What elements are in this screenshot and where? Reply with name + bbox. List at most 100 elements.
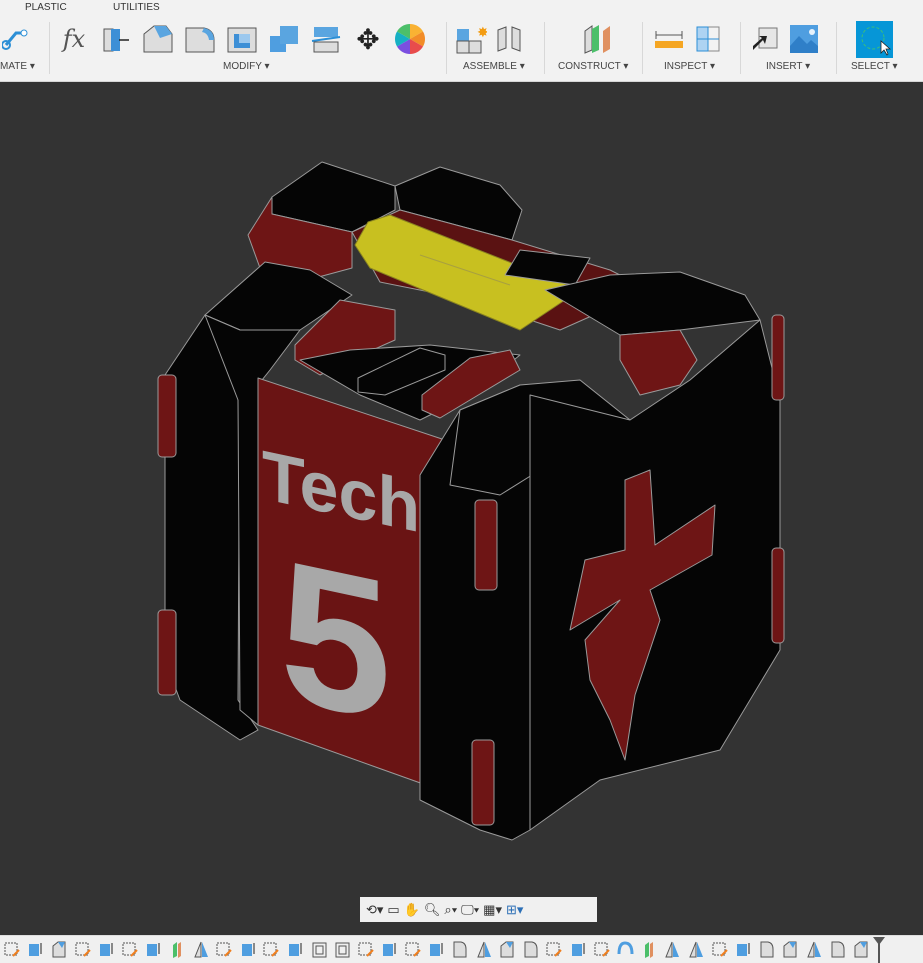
hinge <box>157 374 177 458</box>
timeline-feature-mirror-icon[interactable] <box>472 940 496 960</box>
timeline-feature-shell-icon[interactable] <box>330 940 354 960</box>
construct-label[interactable]: CONSTRUCT <box>558 61 621 72</box>
move-icon[interactable]: ✥ <box>352 23 384 55</box>
timeline-feature-extrude-icon[interactable] <box>283 940 307 960</box>
timeline-feature-sketch-icon[interactable] <box>118 940 142 960</box>
assemble-label[interactable]: ASSEMBLE <box>463 61 517 72</box>
timeline-feature-extrude-icon[interactable] <box>142 940 166 960</box>
chevron-down-icon: ▾ <box>892 61 898 72</box>
model-render: Tech 5 <box>157 161 785 841</box>
navigation-bar: ⟲▾ ▭ ✋ 🔍︎ ⌕▾ 🖵▾ ▦▾ ⊞▾ <box>360 897 597 922</box>
timeline-feature-mirror-icon[interactable] <box>684 940 708 960</box>
select-label[interactable]: SELECT <box>851 61 890 72</box>
inspect-group: INSPECT ▾ <box>653 18 738 80</box>
tab-utilities[interactable]: UTILITIES <box>113 2 160 13</box>
timeline-feature-sketch-icon[interactable] <box>71 940 95 960</box>
timeline-feature-sketch-icon[interactable] <box>0 940 24 960</box>
offset-plane-icon[interactable] <box>582 23 614 55</box>
chamfer-icon[interactable] <box>184 23 216 55</box>
pan-icon[interactable]: ✋ <box>404 902 420 918</box>
timeline-feature-revolve-icon[interactable] <box>613 940 637 960</box>
timeline-feature-fillet-icon[interactable] <box>519 940 543 960</box>
timeline-feature-sketch-icon[interactable] <box>708 940 732 960</box>
timeline-feature-plane-icon[interactable] <box>637 940 661 960</box>
press-pull-icon[interactable] <box>100 23 132 55</box>
timeline-feature-sketch-icon[interactable] <box>260 940 284 960</box>
chevron-down-icon: ▾ <box>264 61 270 72</box>
timeline-feature-chamfer-icon[interactable] <box>849 940 873 960</box>
chevron-down-icon: ▾ <box>29 61 35 72</box>
insert-derive-icon[interactable] <box>750 23 782 55</box>
hinge <box>471 739 495 826</box>
fx-icon[interactable]: fx <box>58 23 90 55</box>
hinge <box>157 609 177 696</box>
automate-group[interactable]: MATE ▾ <box>0 18 48 80</box>
timeline-feature-chamfer-icon[interactable] <box>495 940 519 960</box>
chevron-down-icon: ▾ <box>709 61 715 72</box>
insert-group: INSERT ▾ <box>750 18 835 80</box>
chevron-down-icon: ▾ <box>805 61 811 72</box>
automate-icon[interactable] <box>0 23 32 55</box>
timeline-feature-fillet-icon[interactable] <box>448 940 472 960</box>
timeline-feature-chamfer-icon[interactable] <box>779 940 803 960</box>
timeline-feature-fillet-icon[interactable] <box>755 940 779 960</box>
timeline-feature-extrude-icon[interactable] <box>731 940 755 960</box>
grid-icon[interactable]: ▦▾ <box>483 902 502 918</box>
timeline-feature-plane-icon[interactable] <box>165 940 189 960</box>
construct-group: CONSTRUCT ▾ <box>555 18 640 80</box>
decal-number: 5 <box>280 517 391 764</box>
svg-text:✸: ✸ <box>477 24 487 40</box>
toolbar: PLASTIC UTILITIES MATE ▾ fx ✥ MODIFY ▾ ✸… <box>0 0 923 82</box>
display-settings-icon[interactable]: 🖵▾ <box>461 902 479 918</box>
timeline-marker[interactable] <box>873 937 885 963</box>
modify-group: fx ✥ MODIFY ▾ <box>58 18 443 80</box>
timeline-feature-extrude-icon[interactable] <box>566 940 590 960</box>
timeline-feature-fillet-icon[interactable] <box>826 940 850 960</box>
timeline-feature-extrude-icon[interactable] <box>94 940 118 960</box>
appearance-icon[interactable] <box>394 23 426 55</box>
modify-label[interactable]: MODIFY <box>223 61 262 72</box>
timeline-feature-mirror-icon[interactable] <box>189 940 213 960</box>
timeline-feature-extrude-icon[interactable] <box>378 940 402 960</box>
timeline-feature-sketch-icon[interactable] <box>354 940 378 960</box>
chevron-down-icon: ▾ <box>519 61 525 72</box>
look-at-icon[interactable]: ▭ <box>387 902 399 918</box>
chevron-down-icon: ▾ <box>623 61 629 72</box>
timeline-feature-mirror-icon[interactable] <box>661 940 685 960</box>
3d-viewport[interactable]: Tech 5 <box>0 82 923 935</box>
tab-plastic[interactable]: PLASTIC <box>25 2 67 13</box>
hinge <box>771 314 785 401</box>
select-icon[interactable] <box>856 20 893 58</box>
fillet-icon[interactable] <box>142 23 174 55</box>
insert-label[interactable]: INSERT <box>766 61 802 72</box>
timeline-feature-mirror-icon[interactable] <box>802 940 826 960</box>
timeline-feature-sketch-icon[interactable] <box>212 940 236 960</box>
split-body-icon[interactable] <box>310 23 342 55</box>
viewports-icon[interactable]: ⊞▾ <box>506 902 523 918</box>
joint-icon[interactable] <box>493 23 525 55</box>
timeline-feature-sketch-icon[interactable] <box>590 940 614 960</box>
timeline <box>0 935 923 963</box>
timeline-feature-sketch-icon[interactable] <box>401 940 425 960</box>
select-group: SELECT ▾ <box>845 18 923 80</box>
timeline-feature-extrude-icon[interactable] <box>236 940 260 960</box>
timeline-feature-extrude-icon[interactable] <box>24 940 48 960</box>
inspect-label[interactable]: INSPECT <box>664 61 707 72</box>
hinge <box>771 547 785 644</box>
assemble-group: ✸ ASSEMBLE ▾ <box>455 18 540 80</box>
fit-icon[interactable]: ⌕▾ <box>444 902 457 918</box>
orbit-icon[interactable]: ⟲▾ <box>366 902 383 918</box>
timeline-feature-extrude-icon[interactable] <box>425 940 449 960</box>
automate-label: MATE <box>0 61 28 72</box>
timeline-feature-shell-icon[interactable] <box>307 940 331 960</box>
combine-icon[interactable] <box>268 23 300 55</box>
measure-icon[interactable] <box>653 23 685 55</box>
timeline-feature-chamfer-icon[interactable] <box>47 940 71 960</box>
shell-icon[interactable] <box>226 23 258 55</box>
new-component-icon[interactable]: ✸ <box>455 23 487 55</box>
hinge <box>474 499 498 591</box>
timeline-feature-sketch-icon[interactable] <box>543 940 567 960</box>
zoom-icon[interactable]: 🔍︎ <box>424 902 441 918</box>
insert-canvas-icon[interactable] <box>788 23 820 55</box>
section-analysis-icon[interactable] <box>691 23 723 55</box>
